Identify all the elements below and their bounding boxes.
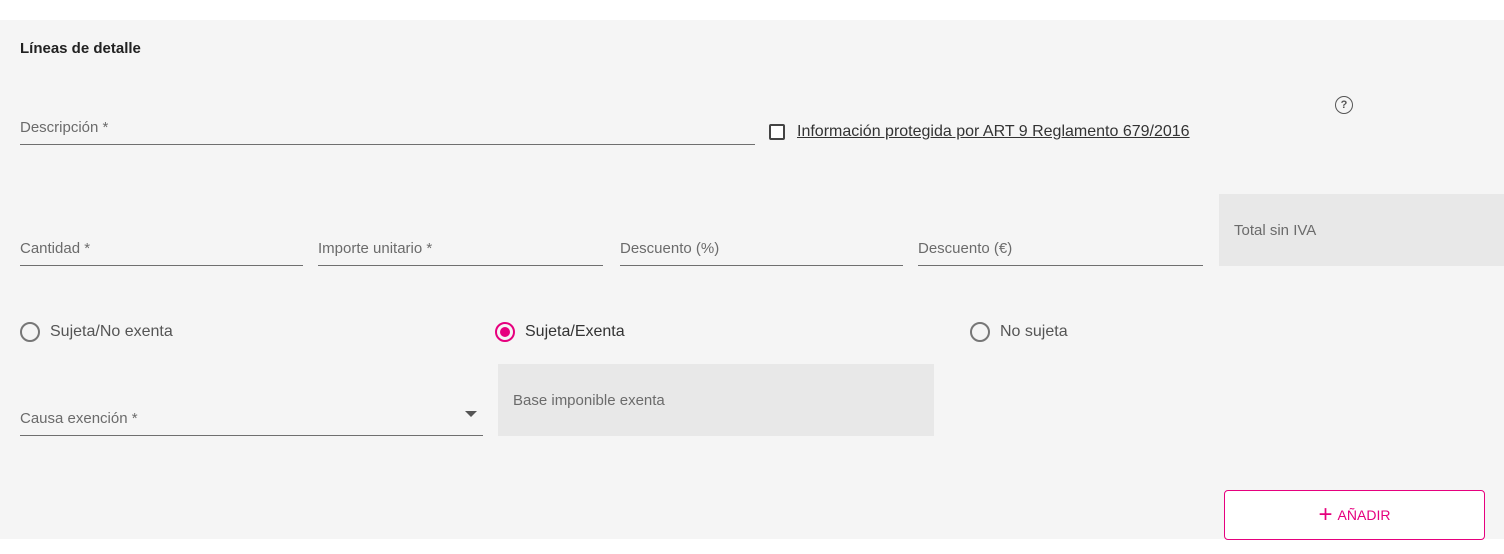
description-label: Descripción *	[20, 119, 109, 136]
total-without-vat-field: Total sin IVA	[1219, 194, 1504, 266]
exemption-cause-select[interactable]: Causa exención *	[20, 395, 483, 436]
chevron-down-icon	[465, 411, 477, 417]
add-button[interactable]: + AÑADIR	[1224, 490, 1485, 540]
quantity-field[interactable]: Cantidad *	[20, 226, 303, 266]
unit-price-field[interactable]: Importe unitario *	[318, 226, 603, 266]
exempt-taxable-base-label: Base imponible exenta	[513, 392, 665, 409]
radio-checked-icon	[495, 322, 515, 342]
radio-no-sujeta[interactable]: No sujeta	[970, 322, 1068, 342]
detail-lines-panel	[0, 20, 1504, 539]
radio-label: Sujeta/Exenta	[525, 323, 625, 340]
protected-info-checkbox[interactable]	[769, 124, 785, 140]
protected-info-link[interactable]: Información protegida por ART 9 Reglamen…	[797, 123, 1190, 141]
radio-label: No sujeta	[1000, 323, 1068, 340]
exemption-cause-label: Causa exención *	[20, 410, 138, 427]
unit-price-label: Importe unitario *	[318, 240, 433, 257]
discount-euro-label: Descuento (€)	[918, 240, 1013, 257]
discount-percent-field[interactable]: Descuento (%)	[620, 226, 903, 266]
question-circle-icon[interactable]: ?	[1335, 96, 1353, 114]
radio-sujeta-exenta[interactable]: Sujeta/Exenta	[495, 322, 625, 342]
radio-unchecked-icon	[20, 322, 40, 342]
discount-euro-field[interactable]: Descuento (€)	[918, 226, 1203, 266]
add-button-label: AÑADIR	[1337, 507, 1391, 523]
discount-percent-label: Descuento (%)	[620, 240, 720, 257]
total-without-vat-label: Total sin IVA	[1234, 222, 1317, 239]
quantity-label: Cantidad *	[20, 240, 91, 257]
radio-sujeta-no-exenta[interactable]: Sujeta/No exenta	[20, 322, 173, 342]
exempt-taxable-base-field: Base imponible exenta	[498, 364, 934, 436]
section-title: Líneas de detalle	[20, 40, 141, 57]
description-field[interactable]: Descripción *	[20, 105, 755, 145]
plus-icon: +	[1318, 501, 1333, 528]
radio-label: Sujeta/No exenta	[50, 323, 173, 340]
radio-unchecked-icon	[970, 322, 990, 342]
